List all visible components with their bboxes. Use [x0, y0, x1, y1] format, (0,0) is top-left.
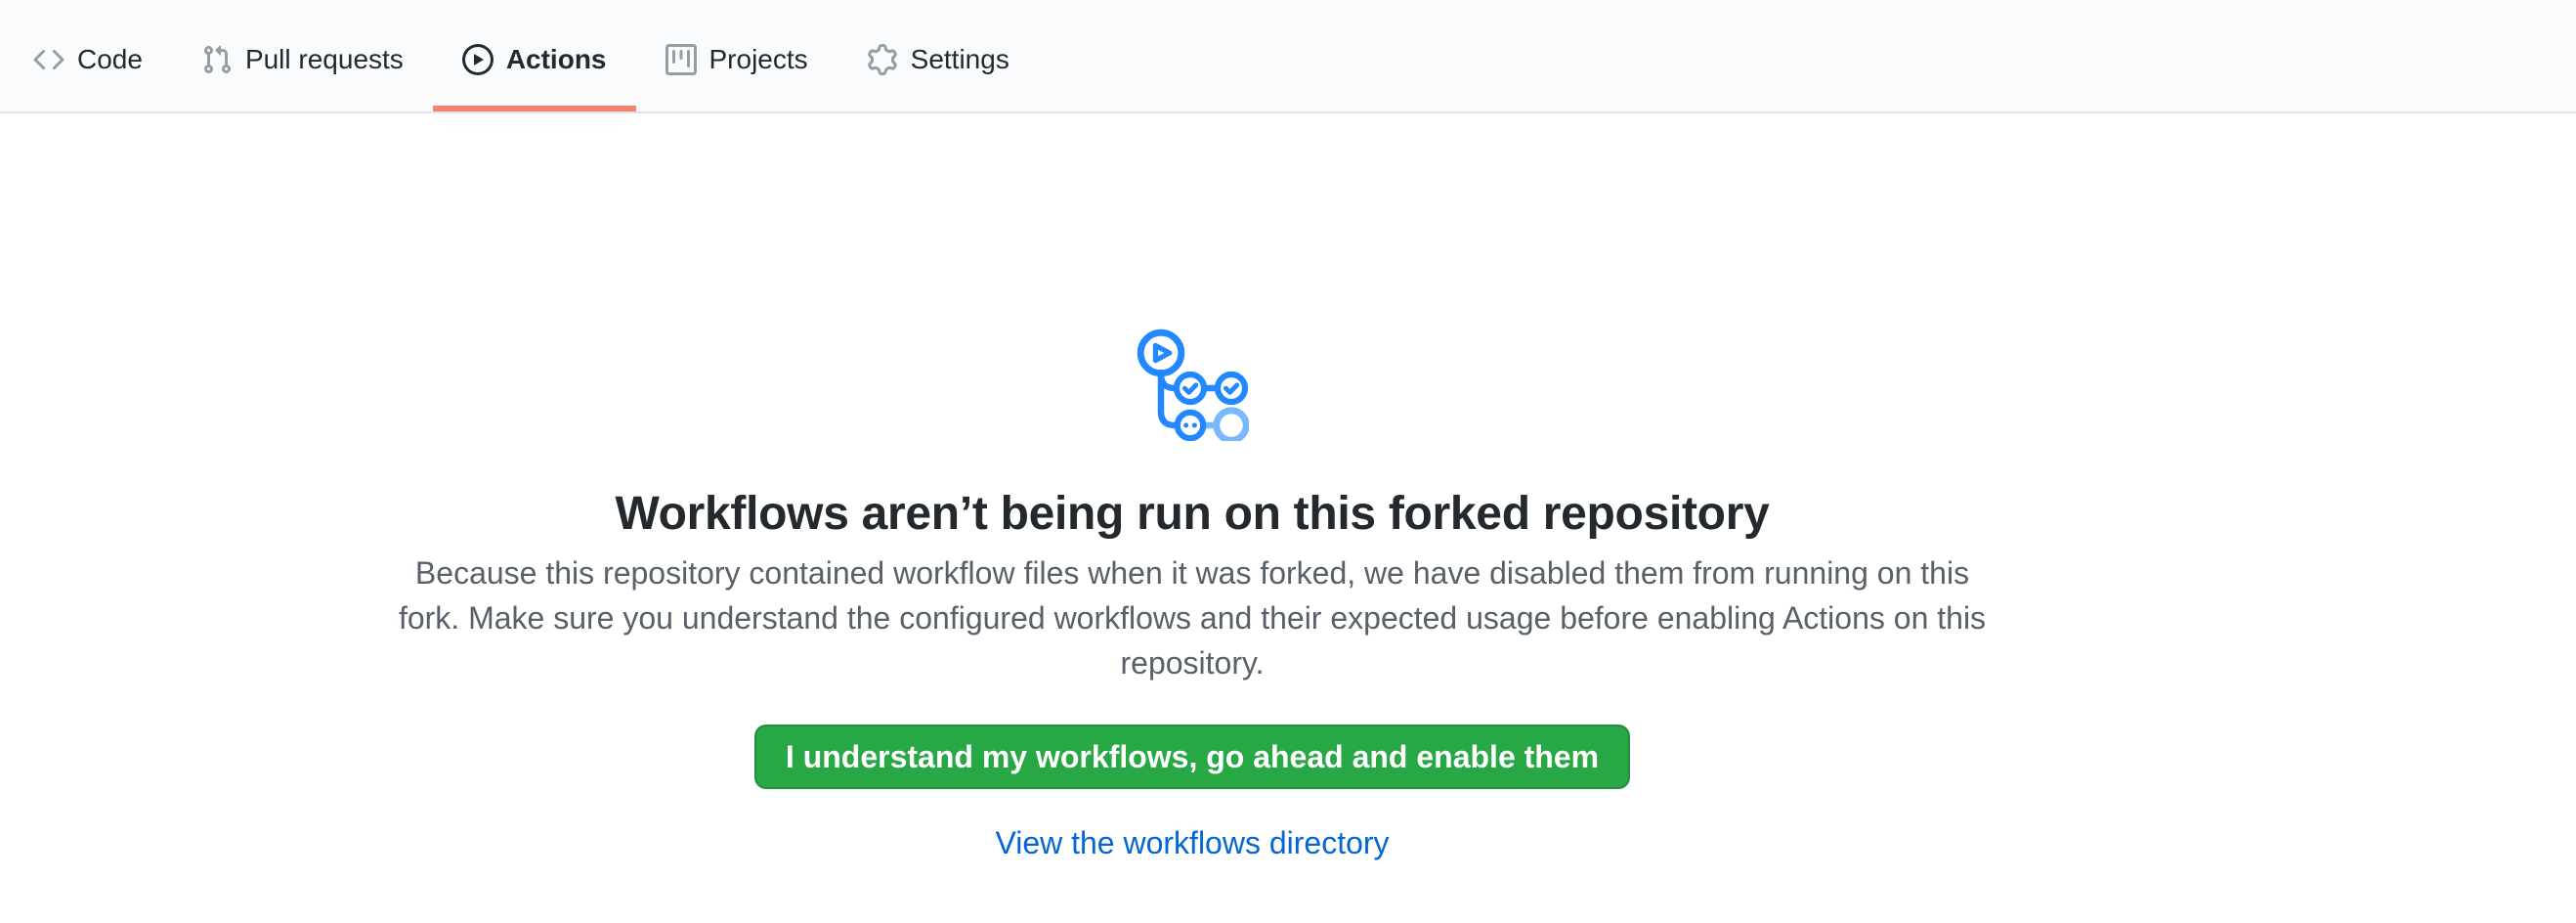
tab-actions-label: Actions [506, 44, 607, 75]
workflow-graph-icon [1136, 328, 1249, 441]
tab-settings-label: Settings [911, 44, 1009, 75]
page-title: Workflows aren’t being run on this forke… [391, 488, 1994, 541]
view-workflows-directory-link[interactable]: View the workflows directory [995, 825, 1389, 860]
gear-icon [867, 44, 898, 75]
tab-code-label: Code [77, 44, 143, 75]
blankslate-description: Because this repository contained workfl… [391, 550, 1994, 685]
project-icon [665, 44, 697, 75]
play-icon [462, 44, 494, 75]
enable-workflows-button[interactable]: I understand my workflows, go ahead and … [754, 725, 1630, 789]
tab-code[interactable]: Code [4, 14, 172, 111]
tab-actions[interactable]: Actions [433, 14, 636, 111]
tab-settings[interactable]: Settings [837, 14, 1039, 111]
tab-projects-label: Projects [709, 44, 808, 75]
code-icon [33, 44, 64, 75]
git-pull-request-icon [201, 44, 233, 75]
tab-pull-requests-label: Pull requests [245, 44, 404, 75]
repo-tab-bar: Code Pull requests Actions Projects Sett… [0, 0, 2576, 113]
tab-pull-requests[interactable]: Pull requests [172, 14, 433, 111]
tab-projects[interactable]: Projects [636, 14, 837, 111]
